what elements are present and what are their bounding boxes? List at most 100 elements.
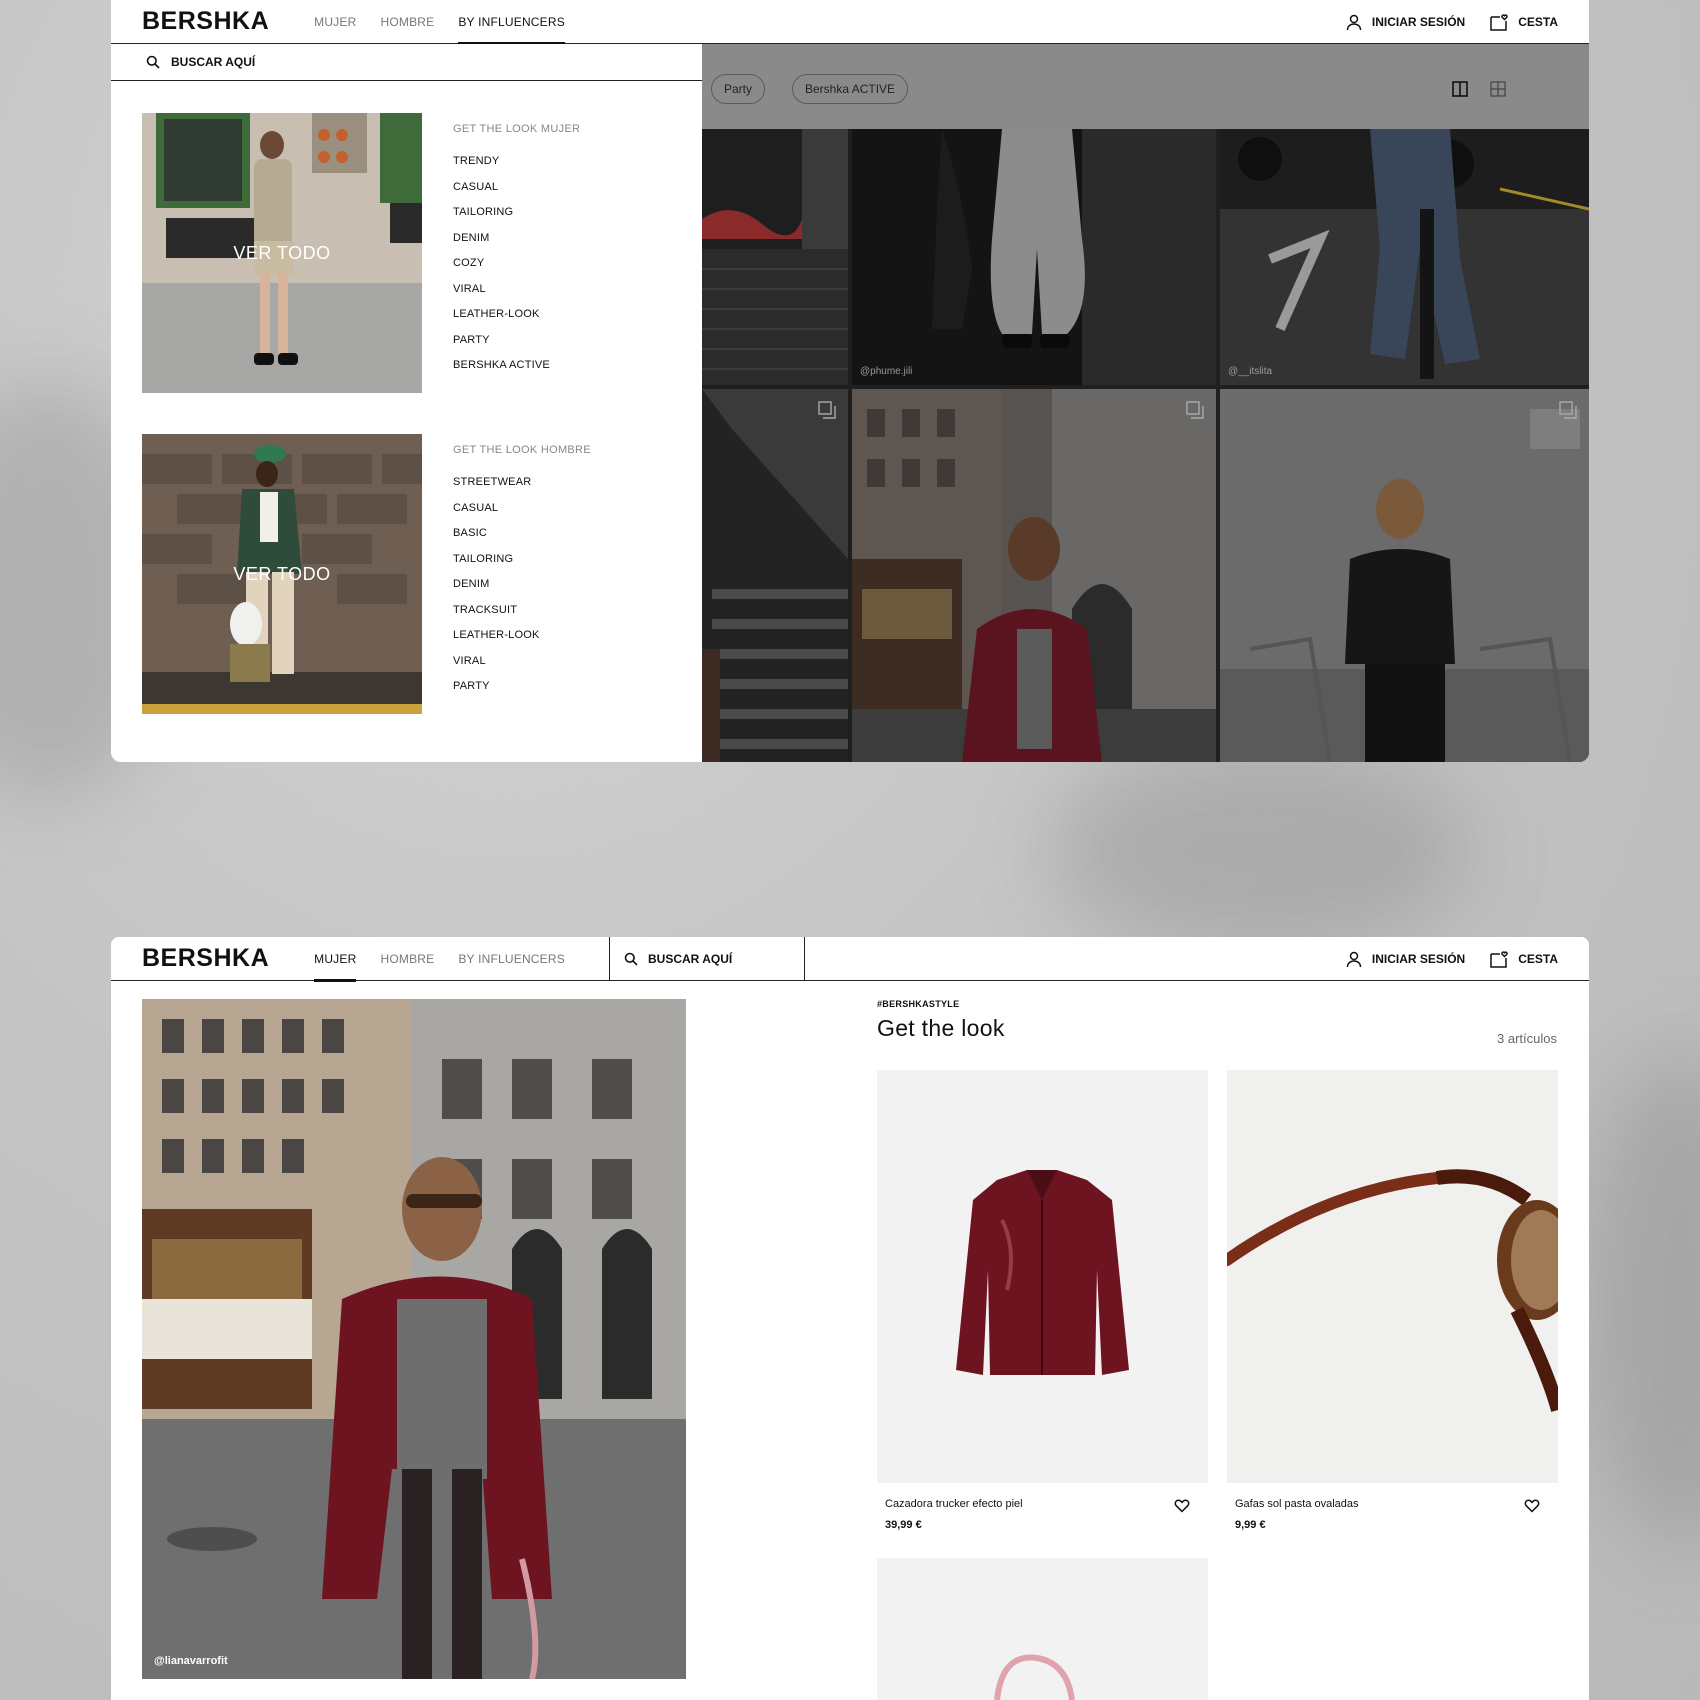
login-button[interactable]: INICIAR SESIÓN xyxy=(1345,13,1465,31)
grid-post[interactable] xyxy=(702,129,848,385)
browser-window-detail: BERSHKA MUJER HOMBRE BY INFLUENCERS BUSC… xyxy=(111,937,1589,1700)
logo[interactable]: BERSHKA xyxy=(142,7,269,36)
influencer-hero-image[interactable]: @lianavarrofit xyxy=(142,999,686,1679)
menu-item-tracksuit[interactable]: TRACKSUIT xyxy=(453,604,591,630)
menu-item-party[interactable]: PARTY xyxy=(453,334,580,360)
section-title: Get the look xyxy=(877,1015,1005,1041)
cart-button[interactable]: CESTA xyxy=(1489,949,1558,968)
product-card[interactable] xyxy=(877,1558,1208,1700)
search-icon xyxy=(624,952,638,966)
tab-by-influencers[interactable]: BY INFLUENCERS xyxy=(458,937,565,981)
grid-view-icon[interactable] xyxy=(1490,81,1506,102)
women-view-all[interactable]: VER TODO xyxy=(142,243,422,264)
menu-item-casual[interactable]: CASUAL xyxy=(453,181,580,207)
hashtag: #BERSHKASTYLE xyxy=(877,999,960,1009)
item-count: 3 artículos xyxy=(1497,1031,1557,1046)
grid-post[interactable] xyxy=(1220,389,1589,762)
login-button[interactable]: INICIAR SESIÓN xyxy=(1345,950,1465,968)
search-label: BUSCAR AQUÍ xyxy=(648,952,733,966)
cart-button[interactable]: CESTA xyxy=(1489,12,1558,31)
multiple-images-icon xyxy=(1186,401,1204,424)
menu-item-viral[interactable]: VIRAL xyxy=(453,283,580,309)
men-view-all[interactable]: VER TODO xyxy=(142,564,422,585)
men-categories: GET THE LOOK HOMBRE STREETWEAR CASUAL BA… xyxy=(453,434,591,714)
mega-menu: BUSCAR AQUÍ VER TODO GET THE LOOK MUJER … xyxy=(111,44,702,762)
menu-item-viral[interactable]: VIRAL xyxy=(453,655,591,681)
menu-item-denim[interactable]: DENIM xyxy=(453,232,580,258)
black-jacket-photo xyxy=(1220,389,1589,762)
heart-icon[interactable] xyxy=(1174,1498,1190,1518)
product-card[interactable]: Gafas sol pasta ovaladas 9,99 € xyxy=(1227,1070,1558,1531)
white-pants-photo xyxy=(852,129,1216,385)
filter-chip-bershka-active[interactable]: Bershka ACTIVE xyxy=(792,74,909,104)
menu-item-denim[interactable]: DENIM xyxy=(453,578,591,604)
shopping-bag-heart-icon xyxy=(1489,12,1509,31)
product-image[interactable] xyxy=(877,1070,1208,1483)
grid-post[interactable]: @phume.jili xyxy=(852,129,1216,385)
product-price: 39,99 € xyxy=(885,1519,922,1531)
main-nav: MUJER HOMBRE BY INFLUENCERS xyxy=(314,937,565,982)
product-name[interactable]: Cazadora trucker efecto piel xyxy=(885,1498,1208,1510)
logo[interactable]: BERSHKA xyxy=(142,944,269,973)
product-price: 9,99 € xyxy=(1235,1519,1266,1531)
browser-window-menu: BERSHKA MUJER HOMBRE BY INFLUENCERS INIC… xyxy=(111,0,1589,762)
filter-chip-party[interactable]: Party xyxy=(711,74,766,104)
tab-hombre[interactable]: HOMBRE xyxy=(380,0,434,44)
header: BERSHKA MUJER HOMBRE BY INFLUENCERS INIC… xyxy=(111,0,1589,45)
influencer-grid-overlay: Party Bershka ACTIVE @phume.jili @__itsl… xyxy=(702,44,1589,762)
multiple-images-icon xyxy=(1559,401,1577,424)
menu-item-leather-look[interactable]: LEATHER-LOOK xyxy=(453,308,580,334)
cart-label: CESTA xyxy=(1518,14,1558,29)
tab-mujer[interactable]: MUJER xyxy=(314,937,357,982)
jacket-product-photo xyxy=(877,1070,1208,1483)
menu-item-basic[interactable]: BASIC xyxy=(453,527,591,553)
menu-item-leather-look[interactable]: LEATHER-LOOK xyxy=(453,629,591,655)
filter-bar: Party Bershka ACTIVE xyxy=(702,44,1589,129)
menu-item-tailoring[interactable]: TAILORING xyxy=(453,553,591,579)
multiple-images-icon xyxy=(818,401,836,424)
search-icon xyxy=(146,55,160,69)
influencer-handle[interactable]: @lianavarrofit xyxy=(154,1655,228,1667)
product-name[interactable]: Gafas sol pasta ovaladas xyxy=(1235,1498,1558,1510)
tab-by-influencers[interactable]: BY INFLUENCERS xyxy=(458,0,565,45)
menu-item-casual[interactable]: CASUAL xyxy=(453,502,591,528)
men-look-image[interactable]: VER TODO xyxy=(142,434,422,714)
men-heading: GET THE LOOK HOMBRE xyxy=(453,444,591,456)
two-column-view-icon[interactable] xyxy=(1452,81,1468,102)
menu-item-streetwear[interactable]: STREETWEAR xyxy=(453,476,591,502)
cart-label: CESTA xyxy=(1518,951,1558,966)
influencer-handle[interactable]: @phume.jili xyxy=(860,366,912,377)
menu-item-cozy[interactable]: COZY xyxy=(453,257,580,283)
grid-post[interactable] xyxy=(702,389,848,762)
user-icon xyxy=(1345,13,1363,31)
women-categories: GET THE LOOK MUJER TRENDY CASUAL TAILORI… xyxy=(453,113,580,393)
header-actions: INICIAR SESIÓN CESTA xyxy=(1345,949,1558,968)
main-nav: MUJER HOMBRE BY INFLUENCERS xyxy=(314,0,565,45)
menu-item-bershka-active[interactable]: BERSHKA ACTIVE xyxy=(453,359,580,385)
search-input[interactable]: BUSCAR AQUÍ xyxy=(111,44,702,81)
header: BERSHKA MUJER HOMBRE BY INFLUENCERS BUSC… xyxy=(111,937,1589,982)
background-shadow xyxy=(1580,1050,1700,1550)
influencer-handle[interactable]: @__itslita xyxy=(1228,366,1272,377)
product-image[interactable] xyxy=(1227,1070,1558,1483)
login-label: INICIAR SESIÓN xyxy=(1371,951,1466,966)
grid-post[interactable]: @__itslita xyxy=(1220,129,1589,385)
grid-post[interactable] xyxy=(852,389,1216,762)
menu-item-trendy[interactable]: TRENDY xyxy=(453,155,580,181)
background-shadow xyxy=(1050,740,1470,960)
look-block-women: VER TODO GET THE LOOK MUJER TRENDY CASUA… xyxy=(142,113,580,393)
look-block-men: VER TODO GET THE LOOK HOMBRE STREETWEAR … xyxy=(142,434,591,714)
women-look-image[interactable]: VER TODO xyxy=(142,113,422,393)
product-image[interactable] xyxy=(877,1558,1208,1700)
menu-item-party[interactable]: PARTY xyxy=(453,680,591,706)
menu-item-tailoring[interactable]: TAILORING xyxy=(453,206,580,232)
tab-mujer[interactable]: MUJER xyxy=(314,0,356,44)
header-actions: INICIAR SESIÓN CESTA xyxy=(1345,12,1558,31)
product-card[interactable]: Cazadora trucker efecto piel 39,99 € xyxy=(877,1070,1208,1531)
stairs-photo xyxy=(702,389,848,762)
shopping-bag-heart-icon xyxy=(1489,949,1509,968)
heart-icon[interactable] xyxy=(1524,1498,1540,1518)
search-input[interactable]: BUSCAR AQUÍ xyxy=(609,937,805,981)
tab-hombre[interactable]: HOMBRE xyxy=(380,937,434,981)
login-label: INICIAR SESIÓN xyxy=(1371,14,1466,29)
